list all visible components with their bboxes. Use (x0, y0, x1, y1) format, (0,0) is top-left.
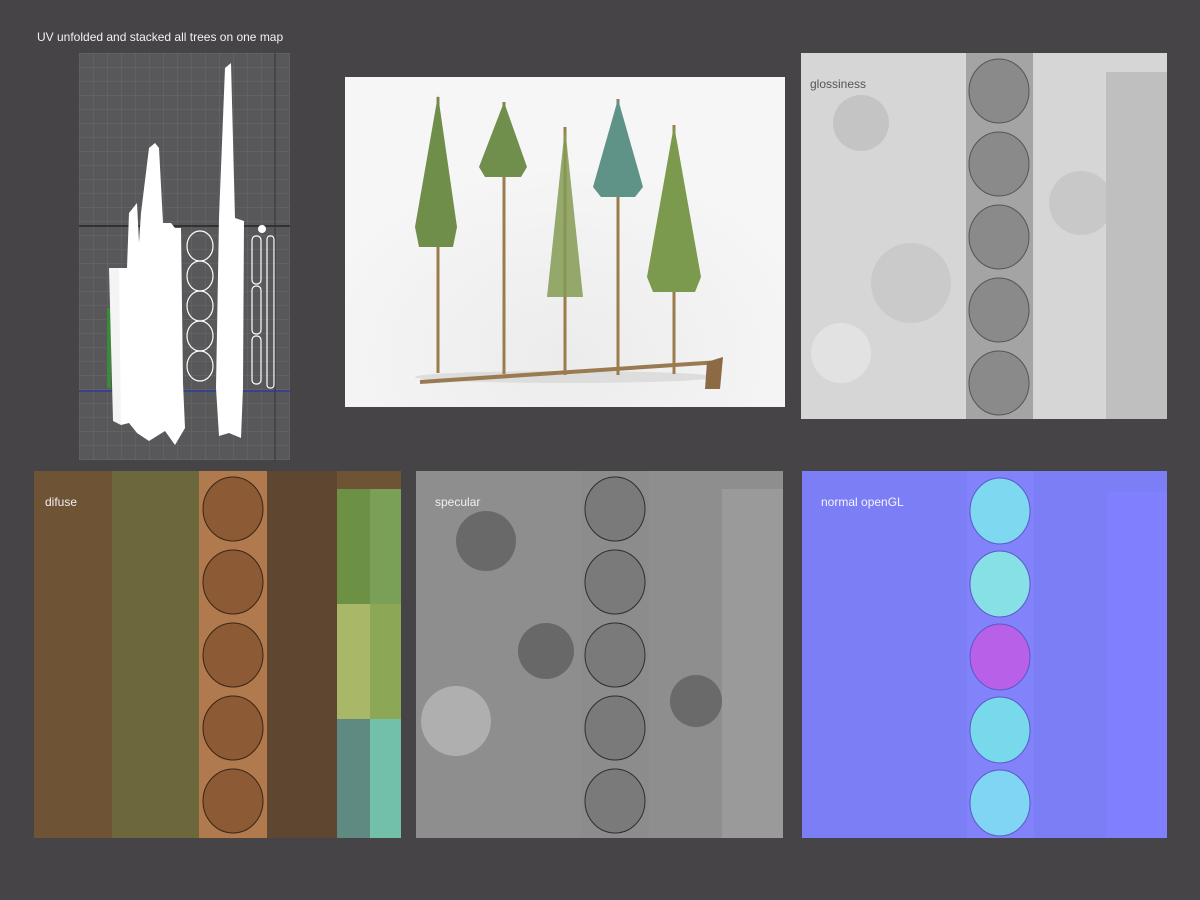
normal-label: normal openGL (821, 495, 904, 509)
normal-map-image (802, 471, 1167, 838)
glossiness-label: glossiness (810, 77, 867, 91)
normal-map-panel: normal openGL (802, 471, 1167, 838)
uv-wireframe-image (79, 53, 290, 460)
tree-render-panel (345, 77, 785, 407)
tree-render-image (345, 77, 785, 407)
diffuse-map-image (34, 471, 401, 838)
uv-layout-panel (79, 53, 290, 460)
uv-caption: UV unfolded and stacked all trees on one… (37, 30, 284, 44)
glossiness-map-image (801, 53, 1167, 419)
specular-map-panel: specular (416, 471, 783, 838)
specular-label: specular (435, 495, 481, 509)
glossiness-map-panel: glossiness (801, 53, 1167, 419)
specular-map-image (416, 471, 783, 838)
diffuse-label: difuse (45, 495, 78, 509)
diffuse-map-panel: difuse (34, 471, 401, 838)
